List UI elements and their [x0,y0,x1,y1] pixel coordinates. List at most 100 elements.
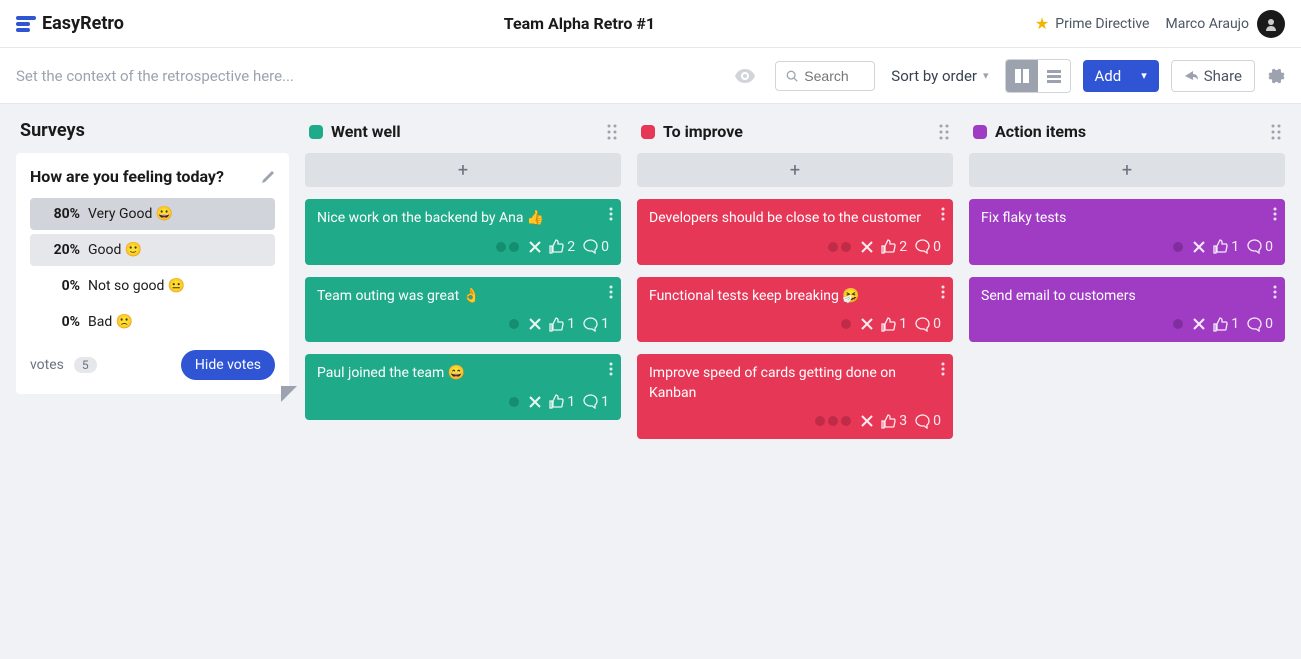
card[interactable]: Functional tests keep breaking 🤧 1 0 [637,277,953,343]
column-header: Went well [305,120,621,153]
vote-dots [841,319,851,329]
like-button[interactable]: 1 [881,316,907,332]
card[interactable]: Send email to customers 1 0 [969,277,1285,343]
column: To improve + Developers should be close … [637,120,953,451]
prime-directive-link[interactable]: ★ Prime Directive [1035,14,1150,33]
card-footer: 1 0 [981,316,1273,332]
comment-button[interactable]: 0 [1247,239,1273,255]
remove-vote-button[interactable] [529,396,541,408]
card-menu-icon[interactable] [941,362,945,376]
vote-dot [509,397,519,407]
like-button[interactable]: 1 [549,394,575,410]
drag-handle-icon[interactable] [939,124,949,140]
like-button[interactable]: 2 [549,239,575,255]
column-color-dot [309,125,323,139]
survey-option[interactable]: 80%Very Good 😀 [30,198,275,230]
brand-logo[interactable]: EasyRetro [16,13,124,34]
remove-vote-button[interactable] [529,318,541,330]
like-button[interactable]: 1 [1213,239,1239,255]
survey-option-label: Bad 🙁 [88,314,133,330]
vote-dot [496,242,506,252]
card-footer: 2 0 [649,239,941,255]
survey-pct: 0% [40,278,80,294]
like-button[interactable]: 3 [881,413,907,429]
chevron-down-icon: ▾ [983,69,989,82]
prime-directive-label: Prime Directive [1055,16,1149,32]
card[interactable]: Fix flaky tests 1 0 [969,199,1285,265]
card-menu-icon[interactable] [609,362,613,376]
logo-icon [16,16,36,32]
remove-vote-button[interactable] [1193,318,1205,330]
like-count: 1 [899,316,907,332]
comment-button[interactable]: 0 [583,239,609,255]
visibility-icon[interactable] [727,69,763,83]
search-input[interactable] [804,68,864,84]
card-footer: 3 0 [649,413,941,429]
column: Went well + Nice work on the backend by … [305,120,621,451]
survey-pct: 0% [40,314,80,330]
hide-votes-button[interactable]: Hide votes [181,350,275,380]
votes-label: votes [30,357,64,373]
comment-button[interactable]: 0 [915,316,941,332]
remove-vote-button[interactable] [529,241,541,253]
survey-option[interactable]: 0% Bad 🙁 [30,306,275,338]
card[interactable]: Team outing was great 👌 1 1 [305,277,621,343]
toolbar: Set the context of the retrospective her… [0,48,1301,104]
card[interactable]: Nice work on the backend by Ana 👍 2 0 [305,199,621,265]
comment-button[interactable]: 0 [915,239,941,255]
share-icon [1184,69,1198,83]
card[interactable]: Paul joined the team 😄 1 1 [305,354,621,420]
add-card-button[interactable]: + [305,153,621,187]
share-button[interactable]: Share [1171,60,1255,92]
add-card-button[interactable]: + [637,153,953,187]
card-menu-icon[interactable] [941,207,945,221]
vote-dots [496,242,519,252]
drag-handle-icon[interactable] [607,124,617,140]
survey-option[interactable]: 0%Not so good 😐 [30,270,275,302]
card-menu-icon[interactable] [1273,207,1277,221]
survey-option-label: Good 🙂 [88,242,142,258]
edit-icon[interactable] [261,170,275,184]
user-menu[interactable]: Marco Araujo [1165,10,1285,38]
card-menu-icon[interactable] [1273,285,1277,299]
add-card-button[interactable]: + [969,153,1285,187]
remove-vote-button[interactable] [861,415,873,427]
context-input[interactable]: Set the context of the retrospective her… [16,67,715,85]
like-button[interactable]: 1 [1213,316,1239,332]
card-menu-icon[interactable] [941,285,945,299]
user-name: Marco Araujo [1165,16,1249,32]
add-button[interactable]: Add ▾ [1083,60,1159,92]
like-count: 1 [1231,316,1239,332]
drag-handle-icon[interactable] [1271,124,1281,140]
like-button[interactable]: 1 [549,316,575,332]
card[interactable]: Improve speed of cards getting done on K… [637,354,953,439]
comment-button[interactable]: 1 [583,394,609,410]
vote-dot [509,242,519,252]
like-button[interactable]: 2 [881,239,907,255]
search-box[interactable] [775,61,875,91]
survey-pct: 20% [40,242,80,258]
card-footer: 1 1 [317,316,609,332]
card[interactable]: Developers should be close to the custom… [637,199,953,265]
card-footer: 1 0 [981,239,1273,255]
settings-button[interactable] [1267,67,1285,85]
card-footer: 1 1 [317,394,609,410]
comment-button[interactable]: 1 [583,316,609,332]
comment-button[interactable]: 0 [1247,316,1273,332]
card-menu-icon[interactable] [609,285,613,299]
sort-dropdown[interactable]: Sort by order ▾ [887,61,992,91]
survey-option[interactable]: 20% Good 🙂 [30,234,275,266]
star-icon: ★ [1035,14,1049,33]
remove-vote-button[interactable] [861,318,873,330]
view-list-button[interactable] [1038,60,1070,92]
card-text: Functional tests keep breaking 🤧 [649,287,941,307]
comment-button[interactable]: 0 [915,413,941,429]
like-count: 1 [1231,239,1239,255]
card-text: Team outing was great 👌 [317,287,609,307]
remove-vote-button[interactable] [1193,241,1205,253]
remove-vote-button[interactable] [861,241,873,253]
card-menu-icon[interactable] [609,207,613,221]
board: Surveys How are you feeling today? 80%Ve… [0,104,1301,467]
view-columns-button[interactable] [1006,60,1038,92]
brand-name: EasyRetro [42,13,124,34]
